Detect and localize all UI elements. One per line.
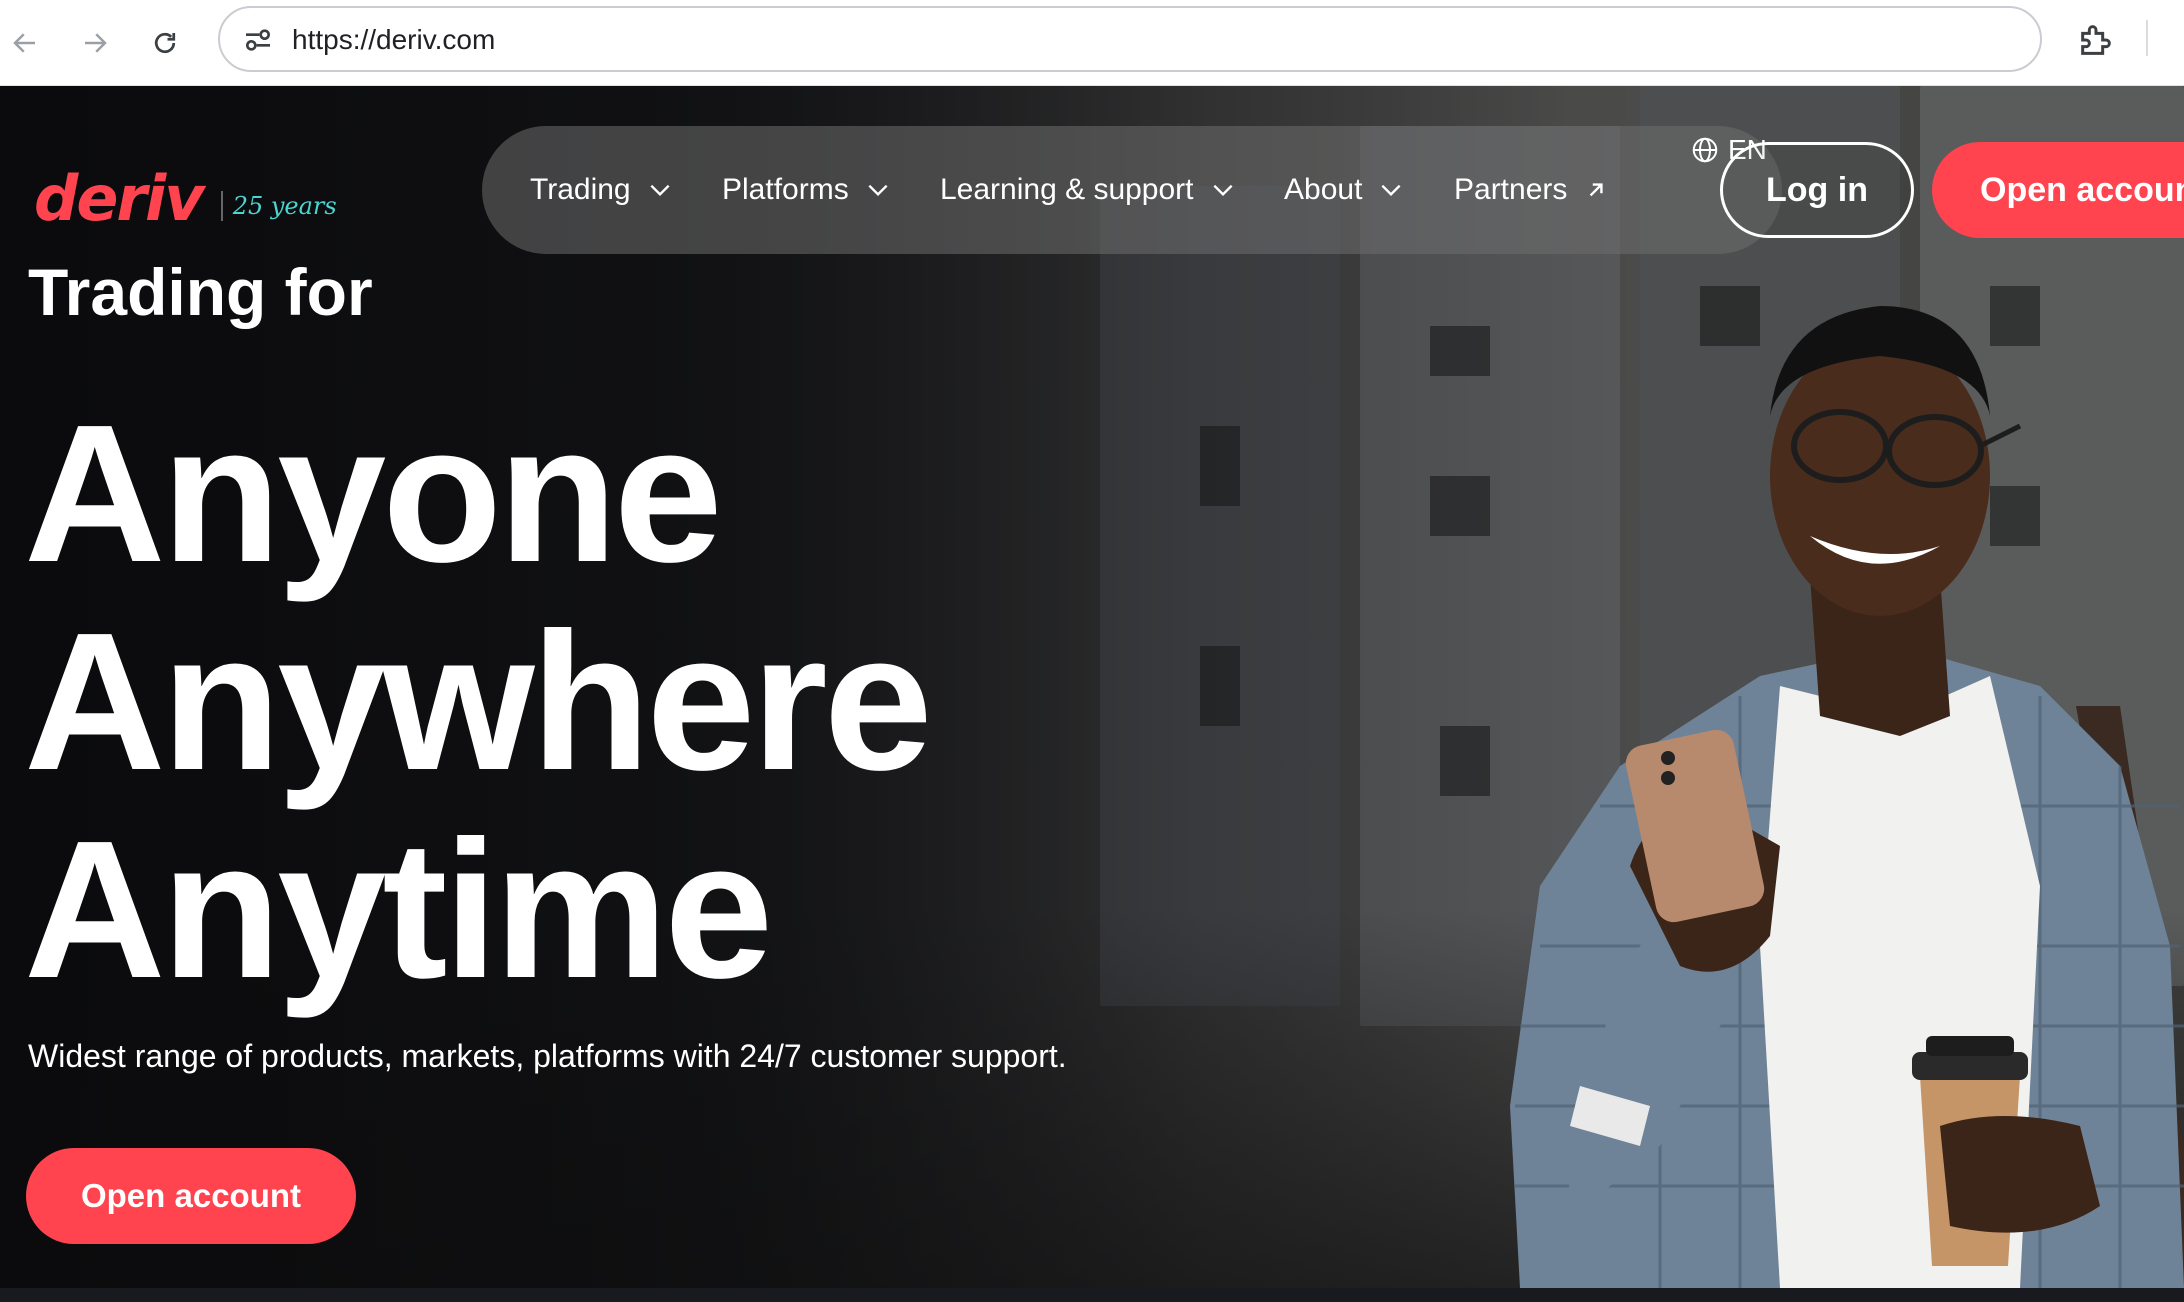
logo-divider [220,190,223,221]
page-bottom-strip [0,1288,2184,1302]
chevron-down-icon [1381,184,1401,197]
tune-icon[interactable] [242,24,274,56]
chevron-down-icon [868,184,888,197]
open-account-hero-button[interactable]: Open account [26,1148,356,1244]
reload-icon[interactable] [140,18,190,68]
nav-item-label: Partners [1454,173,1568,206]
logo-years-badge: 25 years [232,191,337,220]
forward-arrow-icon[interactable] [70,18,120,68]
open-account-header-button[interactable]: Open account [1932,142,2184,238]
hero-person-image [1510,306,2184,1288]
nav-item-learning-support[interactable]: Learning & support [940,126,1236,254]
hero-section: deriv 25 years Trading Platforms Learnin… [0,86,2184,1288]
arrow-up-right-icon [1590,183,1603,197]
back-arrow-icon[interactable] [0,18,50,68]
deriv-logo[interactable]: deriv 25 years [34,162,337,235]
browser-toolbar: https://deriv.com [0,0,2184,86]
hero-subtitle: Widest range of products, markets, platf… [28,1038,1067,1074]
hero-headline-line-2: Anywhere [24,592,933,811]
nav-item-trading[interactable]: Trading [530,126,673,254]
main-navigation: Trading Platforms Learning & support Abo… [482,126,1782,254]
toolbar-divider [2146,20,2148,56]
nav-item-platforms[interactable]: Platforms [722,126,891,254]
url-text[interactable]: https://deriv.com [292,24,495,56]
nav-item-partners[interactable]: Partners [1454,126,1609,254]
login-button[interactable]: Log in [1720,142,1914,238]
globe-icon [1692,137,1718,163]
chevron-down-icon [650,184,670,197]
nav-item-label: Trading [530,173,631,206]
nav-item-about[interactable]: About [1284,126,1404,254]
nav-item-label: Platforms [722,173,849,206]
address-bar[interactable]: https://deriv.com [218,6,2042,72]
nav-item-label: Learning & support [940,173,1194,206]
hero-eyebrow: Trading for [28,255,373,329]
logo-wordmark: deriv [34,162,205,235]
chevron-down-icon [1213,184,1233,197]
hero-headline-line-3: Anytime [24,800,773,1019]
hero-headline-line-1: Anyone [24,384,723,603]
puzzle-icon[interactable] [2076,20,2116,60]
nav-item-label: About [1284,173,1363,206]
